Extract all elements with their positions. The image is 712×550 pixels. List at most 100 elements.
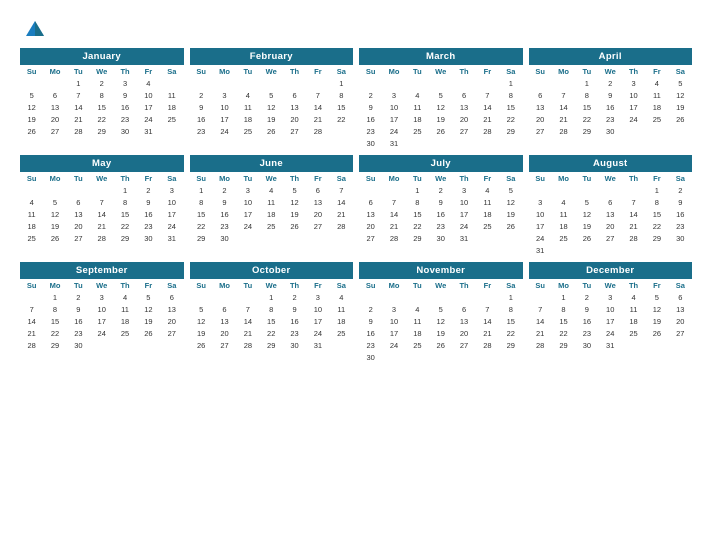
calendar-day: 8 bbox=[499, 303, 522, 315]
day-header: Tu bbox=[406, 279, 429, 291]
calendar-day: 9 bbox=[113, 89, 136, 101]
day-header: Mo bbox=[382, 279, 405, 291]
calendar-day: 28 bbox=[306, 125, 329, 137]
calendar-day: 8 bbox=[190, 196, 213, 208]
calendar-day: 18 bbox=[260, 208, 283, 220]
day-header: Fr bbox=[306, 279, 329, 291]
calendar-day: 6 bbox=[669, 291, 692, 303]
day-header: Th bbox=[283, 279, 306, 291]
day-header: Su bbox=[359, 279, 382, 291]
calendar-day: 22 bbox=[499, 113, 522, 125]
calendar-day: 19 bbox=[429, 113, 452, 125]
calendar-day: 16 bbox=[283, 315, 306, 327]
day-header: Sa bbox=[160, 172, 183, 184]
calendar-day: 30 bbox=[599, 125, 622, 137]
calendar-day: 12 bbox=[283, 196, 306, 208]
calendar-day: 24 bbox=[236, 220, 259, 232]
day-header: Th bbox=[283, 65, 306, 77]
calendar-day: 15 bbox=[260, 315, 283, 327]
calendar-day: 17 bbox=[306, 315, 329, 327]
calendar-day: 2 bbox=[575, 291, 598, 303]
calendar-day: 5 bbox=[137, 291, 160, 303]
calendar-day: 14 bbox=[552, 101, 575, 113]
month-header-october: October bbox=[190, 262, 354, 279]
day-header: Sa bbox=[499, 65, 522, 77]
calendar-day: 5 bbox=[645, 291, 668, 303]
calendar-day: 5 bbox=[20, 89, 43, 101]
calendar-day: 22 bbox=[330, 113, 353, 125]
calendar-day: 28 bbox=[20, 339, 43, 351]
day-header: Su bbox=[529, 65, 552, 77]
calendar-day: 6 bbox=[160, 291, 183, 303]
calendar-day: 27 bbox=[43, 125, 66, 137]
calendar-day: 12 bbox=[429, 315, 452, 327]
month-header-june: June bbox=[190, 155, 354, 172]
calendar-day: 2 bbox=[213, 184, 236, 196]
calendar-day: 17 bbox=[90, 315, 113, 327]
calendar-day bbox=[452, 291, 475, 303]
calendar-day: 10 bbox=[599, 303, 622, 315]
calendar-day bbox=[529, 184, 552, 196]
calendar-day: 30 bbox=[575, 339, 598, 351]
calendar-day: 28 bbox=[476, 339, 499, 351]
calendar-day: 14 bbox=[306, 101, 329, 113]
calendar-day: 16 bbox=[575, 315, 598, 327]
calendar-day: 27 bbox=[452, 125, 475, 137]
day-header: We bbox=[260, 279, 283, 291]
calendar-day: 1 bbox=[113, 184, 136, 196]
calendar-day: 13 bbox=[306, 196, 329, 208]
calendar-day: 23 bbox=[67, 327, 90, 339]
calendar-day: 18 bbox=[20, 220, 43, 232]
calendar-day bbox=[20, 77, 43, 89]
calendar-day bbox=[452, 137, 475, 149]
calendar-day: 20 bbox=[306, 208, 329, 220]
calendar-day: 21 bbox=[236, 327, 259, 339]
calendar-day: 8 bbox=[645, 196, 668, 208]
calendar-day: 15 bbox=[499, 315, 522, 327]
calendar-day bbox=[306, 232, 329, 244]
calendar-day bbox=[429, 77, 452, 89]
day-header: Tu bbox=[236, 172, 259, 184]
calendar-day: 30 bbox=[359, 351, 382, 363]
month-table-march: SuMoTuWeThFrSa12345678910111213141516171… bbox=[359, 65, 523, 149]
month-header-august: August bbox=[529, 155, 693, 172]
month-block-august: AugustSuMoTuWeThFrSa12345678910111213141… bbox=[529, 155, 693, 256]
calendar-day: 19 bbox=[499, 208, 522, 220]
calendar-day: 17 bbox=[236, 208, 259, 220]
calendar-day bbox=[330, 232, 353, 244]
calendar-day: 3 bbox=[113, 77, 136, 89]
calendar-day: 25 bbox=[622, 327, 645, 339]
day-header: Fr bbox=[645, 172, 668, 184]
calendar-day: 13 bbox=[283, 101, 306, 113]
calendar-day: 27 bbox=[160, 327, 183, 339]
calendar-day: 9 bbox=[669, 196, 692, 208]
calendar-day: 5 bbox=[499, 184, 522, 196]
calendar-day: 28 bbox=[382, 232, 405, 244]
month-table-august: SuMoTuWeThFrSa12345678910111213141516171… bbox=[529, 172, 693, 256]
calendar-day: 24 bbox=[90, 327, 113, 339]
calendar-day: 22 bbox=[575, 113, 598, 125]
day-header: Th bbox=[452, 65, 475, 77]
calendar-day: 19 bbox=[137, 315, 160, 327]
calendar-day: 24 bbox=[622, 113, 645, 125]
calendar-day bbox=[429, 137, 452, 149]
calendar-day: 12 bbox=[20, 101, 43, 113]
calendar-day: 29 bbox=[113, 232, 136, 244]
calendar-day: 19 bbox=[190, 327, 213, 339]
calendar-day: 18 bbox=[330, 315, 353, 327]
day-header: Sa bbox=[160, 279, 183, 291]
day-header: Sa bbox=[669, 65, 692, 77]
month-table-june: SuMoTuWeThFrSa12345678910111213141516171… bbox=[190, 172, 354, 244]
calendar-day: 20 bbox=[160, 315, 183, 327]
calendar-day: 22 bbox=[190, 220, 213, 232]
day-header: Sa bbox=[330, 279, 353, 291]
calendar-day: 6 bbox=[529, 89, 552, 101]
day-header: Mo bbox=[213, 279, 236, 291]
calendar-day: 31 bbox=[599, 339, 622, 351]
calendar-day: 17 bbox=[622, 101, 645, 113]
calendar-day: 12 bbox=[260, 101, 283, 113]
calendar-day: 20 bbox=[67, 220, 90, 232]
day-header: Tu bbox=[236, 279, 259, 291]
calendar-day: 15 bbox=[113, 208, 136, 220]
calendar-day: 13 bbox=[67, 208, 90, 220]
